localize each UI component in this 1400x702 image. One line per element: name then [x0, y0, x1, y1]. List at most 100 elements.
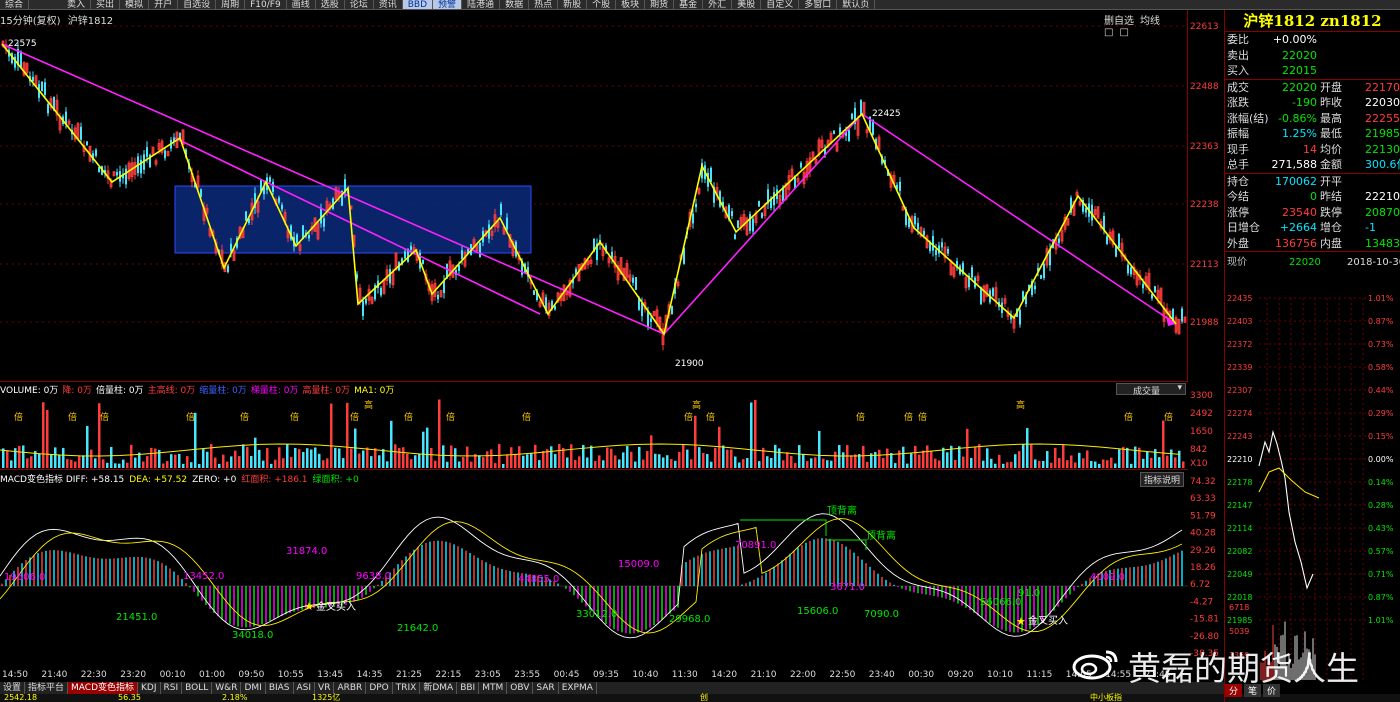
minichart-pct: 1.01%: [1368, 616, 1394, 625]
candle-body: [632, 277, 634, 283]
chart-tool-button[interactable]: □: [1104, 27, 1113, 38]
topbar-item[interactable]: 资讯: [374, 0, 403, 9]
volume-bar: [674, 460, 677, 468]
indicator-help-button[interactable]: 指标说明: [1140, 472, 1185, 487]
indicator-tab[interactable]: KDJ: [138, 682, 161, 694]
volume-bar: [702, 453, 705, 468]
indicator-tab[interactable]: EXPMA: [559, 682, 597, 694]
indicator-tab[interactable]: OBV: [507, 682, 534, 694]
chart-tool-button[interactable]: 均线: [1140, 16, 1160, 27]
indicator-tab[interactable]: SAR: [533, 682, 559, 694]
volume-bar: [642, 459, 645, 468]
volume-bar: [1134, 446, 1137, 468]
topbar-item[interactable]: 期货: [645, 0, 675, 9]
topbar-item[interactable]: 卖入: [62, 0, 92, 9]
candle-body: [1034, 285, 1036, 290]
quote-value: 170062: [1275, 174, 1317, 188]
volume-bar: [882, 457, 885, 468]
volume-bar: [478, 455, 481, 468]
volume-bar: [914, 445, 917, 468]
status-item: 2.18%: [222, 693, 248, 702]
topbar-item[interactable]: 论坛: [345, 0, 374, 9]
volume-bar: [190, 462, 193, 468]
volume-bar: [426, 427, 429, 468]
volume-bar: [22, 445, 25, 468]
topbar-item[interactable]: 默认页: [837, 0, 876, 9]
topbar-item[interactable]: 综合: [0, 0, 30, 9]
volume-bar: [114, 463, 117, 468]
volume-bar: [490, 449, 493, 468]
volume-bar: [886, 448, 889, 468]
time-tick: 00:30: [908, 670, 935, 680]
volume-bar: [562, 447, 565, 468]
chart-tool-button[interactable]: 删自选: [1104, 16, 1134, 27]
topbar-item[interactable]: BBD: [402, 0, 434, 9]
time-tick: 01:00: [199, 670, 225, 680]
volume-bar: [30, 456, 33, 468]
indicator-tab[interactable]: BOLL: [182, 682, 213, 694]
candle-body: [1154, 286, 1156, 293]
topbar-item[interactable]: 开户: [149, 0, 179, 9]
candle-body: [125, 168, 127, 185]
indicator-tab[interactable]: BBI: [457, 682, 480, 694]
quote-label: 跌停: [1320, 205, 1342, 219]
topbar-item[interactable]: 陆港通: [462, 0, 501, 9]
indicator-tab[interactable]: TRIX: [393, 682, 421, 694]
volume-bar: [358, 453, 361, 468]
topbar-item[interactable]: 买出: [91, 0, 121, 9]
minichart-vol-tick: 5039: [1229, 627, 1249, 636]
topbar-item[interactable]: 新股: [558, 0, 588, 9]
topbar-item[interactable]: 板块: [616, 0, 646, 9]
quote-label: 最高: [1320, 111, 1342, 125]
quote-label: 总手: [1227, 158, 1249, 171]
candle-body: [365, 298, 367, 304]
topbar-item[interactable]: 个股: [587, 0, 617, 9]
volume-select[interactable]: 成交量 ▾: [1116, 383, 1186, 397]
indicator-tab[interactable]: 新DMA: [420, 682, 458, 694]
topbar-item[interactable]: 选股: [316, 0, 345, 9]
volume-bar: [1018, 451, 1021, 468]
volume-bar: [758, 461, 761, 468]
topbar-item[interactable]: 自定义: [761, 0, 800, 9]
indicator-tab[interactable]: BIAS: [266, 682, 294, 694]
topbar-item[interactable]: 多窗口: [799, 0, 838, 9]
volume-bar: [718, 426, 721, 468]
volume-bar: [850, 455, 853, 468]
volume-legend-item: 缩量柱: 0万: [199, 386, 247, 396]
volume-bar: [150, 447, 153, 468]
intraday-minichart[interactable]: 22435 1.01% 22403 0.87% 22372 0.73% 22339 0.58%…: [1225, 292, 1400, 692]
minichart-pct: 0.15%: [1368, 432, 1394, 441]
indicator-tab[interactable]: DPO: [366, 682, 393, 694]
topbar-item[interactable]: F10/F9: [245, 0, 287, 9]
volume-bar: [890, 453, 893, 468]
candlestick-chart[interactable]: 22575 21900 22425 15分钟(复权) 沪锌1812 删自选 均线 □ □: [0, 10, 1188, 382]
topbar-item[interactable]: 模拟: [120, 0, 150, 9]
volume-bar: [1094, 461, 1097, 468]
topbar-item[interactable]: 外汇: [703, 0, 733, 9]
volume-bar: [798, 445, 801, 468]
topbar-item[interactable]: 美股: [732, 0, 762, 9]
quote-label: 买入: [1227, 64, 1249, 77]
indicator-tab[interactable]: MTM: [479, 682, 508, 694]
volume-bar: [206, 451, 209, 468]
volume-bar: [238, 456, 241, 468]
status-item: 创: [700, 693, 708, 702]
now-value: 22020: [1289, 257, 1321, 268]
price-tick: 21988: [1190, 318, 1219, 328]
volume-bar: [706, 454, 709, 468]
top-toolbar: 综合 卖入 买出 模拟 开户 自选设 周期 F10/F9 画线 选股 论坛 资讯 BBD 预警 陆港通 数据热…: [0, 0, 1400, 10]
topbar-item[interactable]: 基金: [674, 0, 704, 9]
topbar-item[interactable]: 自选设: [178, 0, 217, 9]
quote-value: 0: [1310, 190, 1317, 203]
indicator-tab[interactable]: RSI: [161, 682, 183, 694]
topbar-item[interactable]: 预警: [433, 0, 463, 9]
volume-tag: 倍: [14, 411, 23, 423]
topbar-item[interactable]: 数据: [500, 0, 530, 9]
chart-tool-button[interactable]: □: [1119, 27, 1128, 38]
topbar-item[interactable]: 周期: [216, 0, 246, 9]
topbar-item[interactable]: 热点: [529, 0, 559, 9]
quote-panel: 沪锌1812 zn1812 委比 +0.00% 卖出 22020 买入 22015 成交 2…: [1224, 10, 1400, 702]
volume-bar: [654, 453, 657, 468]
volume-bar: [1102, 459, 1105, 468]
topbar-item[interactable]: 画线: [287, 0, 316, 9]
